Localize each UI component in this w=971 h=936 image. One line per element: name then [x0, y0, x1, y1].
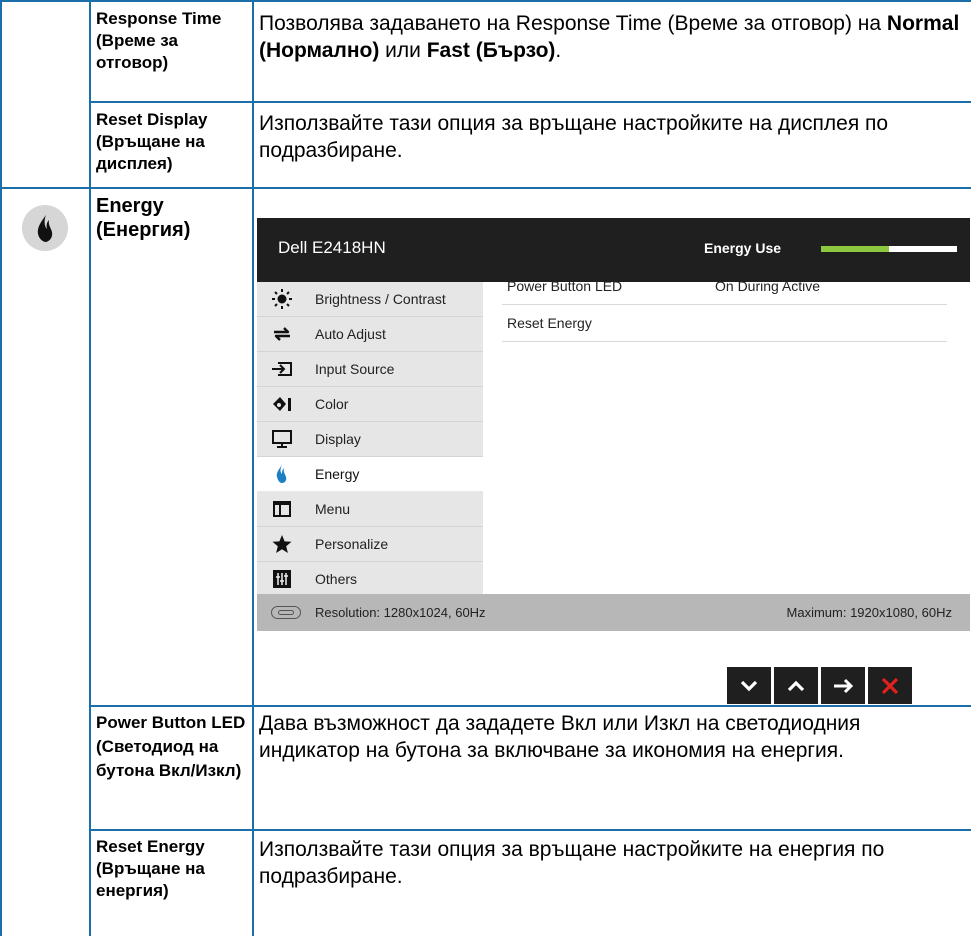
others-icon	[271, 569, 293, 589]
row-divider	[89, 829, 971, 831]
energy-label: Energy (Енергия)	[96, 195, 191, 241]
chevron-down-icon	[740, 680, 758, 692]
response-time-label: Response Time (Време за отговор)	[96, 9, 222, 72]
input-source-icon	[271, 359, 293, 379]
osd-menu-item-auto-adjust[interactable]: Auto Adjust	[257, 317, 483, 352]
osd-main-menu: Brightness / Contrast Auto Adjust Input …	[257, 282, 483, 594]
osd-menu-item-label: Brightness / Contrast	[315, 291, 446, 307]
star-icon	[271, 534, 293, 554]
table-top-border	[0, 0, 971, 2]
osd-screenshot: Dell E2418HN Energy Use Brightness / Con…	[257, 218, 970, 704]
osd-menu-item-label: Auto Adjust	[315, 326, 386, 342]
energy-icon	[271, 464, 293, 484]
osd-menu-item-label: Display	[315, 431, 361, 447]
osd-submenu-label: Power Button LED	[507, 278, 623, 294]
nav-up-button[interactable]	[774, 667, 818, 704]
row-divider	[89, 101, 971, 103]
energy-use-label: Energy Use	[704, 240, 782, 256]
osd-menu-item-personalize[interactable]: Personalize	[257, 527, 483, 562]
osd-menu-item-label: Color	[315, 396, 349, 412]
table-col-divider-1	[89, 0, 91, 936]
table-left-border	[0, 0, 2, 936]
arrow-right-icon	[834, 678, 854, 694]
osd-menu-item-brightness-contrast[interactable]: Brightness / Contrast	[257, 282, 483, 317]
osd-menu-item-display[interactable]: Display	[257, 422, 483, 457]
display-icon	[271, 429, 293, 449]
power-button-led-description: Дава възможност да зададете Вкл или Изкл…	[259, 712, 861, 762]
osd-menu-item-others[interactable]: Others	[257, 562, 483, 597]
auto-adjust-icon	[271, 324, 293, 344]
reset-display-description: Използвайте тази опция за връщане настро…	[259, 112, 889, 162]
osd-max-resolution: Maximum: 1920x1080, 60Hz	[786, 605, 952, 620]
close-icon	[881, 677, 899, 695]
osd-submenu-label: Reset Energy	[507, 315, 592, 331]
energy-use-bar-fill	[821, 246, 889, 252]
sun-icon	[271, 289, 293, 309]
osd-model-title: Dell E2418HN	[278, 238, 386, 257]
osd-menu-item-color[interactable]: Color	[257, 387, 483, 422]
osd-submenu-reset-energy[interactable]: Reset Energy	[502, 305, 947, 342]
response-time-description: Позволява задаването на Response Time (В…	[259, 12, 960, 62]
nav-exit-button[interactable]	[868, 667, 912, 704]
osd-footer: Resolution: 1280x1024, 60Hz Maximum: 192…	[257, 594, 970, 631]
reset-energy-description: Използвайте тази опция за връщане настро…	[259, 838, 885, 888]
nav-down-button[interactable]	[727, 667, 771, 704]
osd-menu-item-energy[interactable]: Energy	[257, 457, 483, 492]
osd-menu-item-label: Personalize	[315, 536, 389, 552]
table-col-divider-2	[252, 0, 254, 936]
menu-icon	[271, 499, 293, 519]
chevron-up-icon	[787, 680, 805, 692]
osd-menu-item-label: Input Source	[315, 361, 395, 377]
nav-right-button[interactable]	[821, 667, 865, 704]
osd-menu-item-input-source[interactable]: Input Source	[257, 352, 483, 387]
osd-menu-item-label: Energy	[315, 466, 360, 482]
osd-submenu-value: On During Active	[715, 278, 821, 294]
reset-display-label: Reset Display (Връщане на дисплея)	[96, 110, 208, 173]
osd-menu-item-label: Others	[315, 571, 358, 587]
color-icon	[271, 394, 293, 414]
vga-connector-icon	[271, 606, 301, 619]
energy-use-bar	[821, 246, 957, 252]
osd-resolution: Resolution: 1280x1024, 60Hz	[315, 605, 486, 620]
osd-submenu-power-button-led[interactable]: Power Button LED On During Active	[502, 268, 947, 305]
power-button-led-label: Power Button LED (Светодиод на бутона Вк…	[96, 713, 246, 780]
row-divider	[0, 187, 971, 189]
osd-menu-item-menu[interactable]: Menu	[257, 492, 483, 527]
flame-icon	[22, 205, 68, 251]
osd-menu-item-label: Menu	[315, 501, 351, 517]
reset-energy-label: Reset Energy (Връщане на енергия)	[96, 837, 205, 900]
row-divider	[89, 705, 971, 707]
